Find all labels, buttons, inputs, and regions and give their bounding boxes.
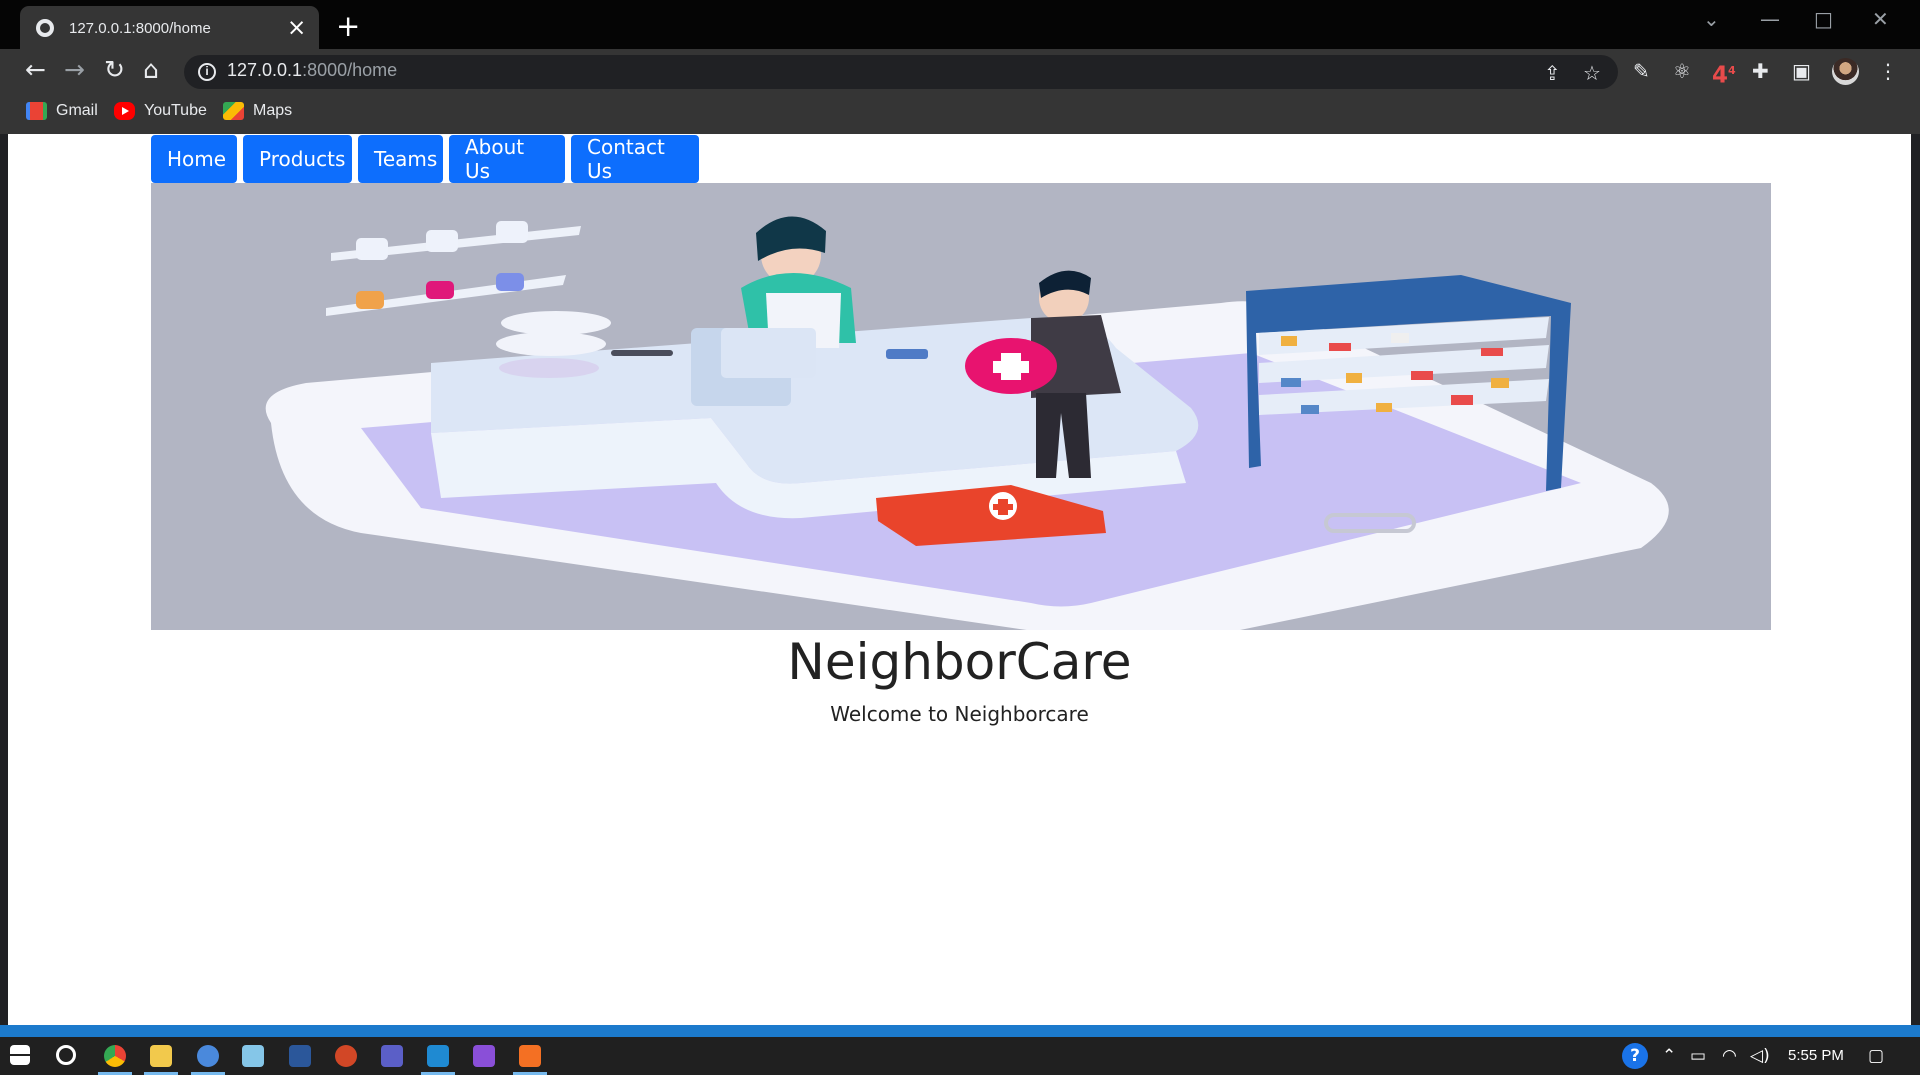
home-icon[interactable]: ⌂ (143, 55, 159, 85)
show-hidden-icons-icon[interactable]: ⌃ (1662, 1046, 1676, 1066)
gmail-icon (26, 102, 47, 120)
powerpoint-icon[interactable] (335, 1045, 357, 1067)
volume-icon[interactable]: ◁) (1750, 1046, 1770, 1066)
nav-about-us[interactable]: About Us (449, 135, 565, 183)
url-text: 127.0.0.1:8000/home (227, 60, 398, 80)
nav-products[interactable]: Products (243, 135, 352, 183)
bookmarks-bar: Gmail YouTube Maps (0, 94, 1920, 134)
nav-teams[interactable]: Teams (358, 135, 443, 183)
new-tab-icon[interactable]: + (336, 12, 360, 41)
tab-title: 127.0.0.1:8000/home (69, 19, 211, 37)
browser-tab[interactable]: 127.0.0.1:8000/home × (20, 6, 319, 50)
notes-app-icon[interactable] (242, 1045, 264, 1067)
file-explorer-icon[interactable] (144, 1045, 178, 1075)
pharmacy-illustration (151, 183, 1771, 630)
word-icon[interactable] (289, 1045, 311, 1067)
maximize-icon[interactable]: □ (1814, 7, 1833, 31)
nav-contact-us[interactable]: Contact Us (571, 135, 699, 183)
tab-strip: 127.0.0.1:8000/home × + ⌄ — □ ✕ (0, 0, 1920, 50)
nav-home[interactable]: Home (151, 135, 237, 183)
site-globe-icon (36, 19, 54, 37)
brand-title: NeighborCare (787, 633, 1132, 691)
side-panel-icon[interactable]: ▣ (1792, 60, 1811, 82)
battery-icon[interactable]: ▭ (1690, 1046, 1706, 1066)
bookmark-gmail[interactable]: Gmail (26, 102, 98, 120)
profile-avatar[interactable] (1832, 58, 1859, 85)
close-tab-icon[interactable]: × (287, 17, 306, 40)
search-icon[interactable] (56, 1045, 76, 1065)
bookmark-maps[interactable]: Maps (223, 102, 292, 120)
share-icon[interactable]: ⇪ (1544, 61, 1561, 85)
welcome-text: Welcome to Neighborcare (830, 702, 1089, 726)
pen-extension-icon[interactable]: ✎ (1633, 60, 1650, 82)
site-navigation: Home Products Teams About Us Contact Us (151, 135, 699, 183)
site-info-icon[interactable]: i (198, 63, 216, 81)
chrome-icon[interactable] (98, 1045, 132, 1075)
clock[interactable]: 5:55 PM (1788, 1047, 1844, 1064)
extensions-puzzle-icon[interactable]: ✚ (1752, 60, 1769, 82)
reload-icon[interactable]: ↻ (104, 55, 125, 85)
browser-window: 127.0.0.1:8000/home × + ⌄ — □ ✕ ← → ↻ ⌂ … (0, 0, 1920, 1075)
help-icon[interactable]: ? (1622, 1043, 1648, 1069)
minimize-icon[interactable]: — (1760, 7, 1780, 31)
vscode-icon[interactable] (421, 1045, 455, 1075)
extension-badge-icon[interactable]: 44 (1712, 60, 1736, 87)
bookmark-star-icon[interactable]: ☆ (1583, 61, 1601, 85)
browser-toolbar: ← → ↻ ⌂ i 127.0.0.1:8000/home ⇪ ☆ ✎ ⚛ 44… (0, 49, 1920, 94)
xampp-icon[interactable] (513, 1045, 547, 1075)
notifications-icon[interactable]: ▢ (1868, 1046, 1884, 1066)
tab-search-icon[interactable]: ⌄ (1703, 7, 1720, 31)
wifi-icon[interactable]: ◠ (1722, 1046, 1737, 1066)
hero-image (151, 183, 1771, 630)
web-page: Home Products Teams About Us Contact Us (8, 134, 1911, 1025)
react-devtools-icon[interactable]: ⚛ (1673, 60, 1691, 82)
bookmark-youtube[interactable]: YouTube (114, 102, 207, 120)
teams-icon[interactable] (381, 1045, 403, 1067)
windows-taskbar: ? ⌃ ▭ ◠ ◁) 5:55 PM ▢ (0, 1037, 1920, 1075)
qbittorrent-icon[interactable] (191, 1045, 225, 1075)
close-window-icon[interactable]: ✕ (1872, 7, 1889, 31)
forward-icon[interactable]: → (64, 55, 85, 85)
background-vscode-status-bar (0, 1025, 1920, 1037)
back-icon[interactable]: ← (25, 55, 46, 85)
address-bar[interactable]: i 127.0.0.1:8000/home ⇪ ☆ (184, 55, 1618, 89)
youtube-icon (114, 102, 135, 120)
maps-icon (223, 102, 244, 120)
windows-start-icon[interactable] (10, 1045, 30, 1065)
visual-studio-icon[interactable] (473, 1045, 495, 1067)
menu-dots-icon[interactable]: ⋮ (1878, 60, 1898, 82)
